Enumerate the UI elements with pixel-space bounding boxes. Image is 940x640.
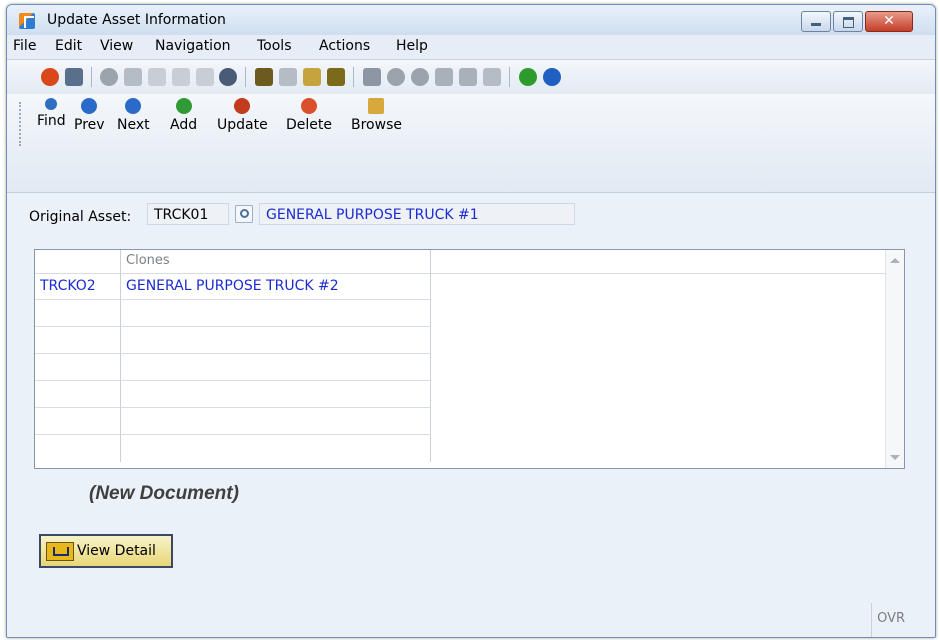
prev-button[interactable]: Prev: [74, 98, 105, 133]
menu-actions[interactable]: Actions: [319, 38, 370, 54]
next-record-icon[interactable]: [459, 68, 477, 86]
paste-icon[interactable]: [172, 68, 190, 86]
detail-view-icon[interactable]: [363, 68, 381, 86]
magnifier-icon: [45, 98, 58, 110]
down-circle-icon[interactable]: [387, 68, 405, 86]
grid-empty-cell[interactable]: [121, 435, 431, 462]
close-button[interactable]: ✕: [865, 11, 913, 32]
document-status-text: (New Document): [89, 483, 239, 504]
find-button[interactable]: Find: [37, 98, 66, 129]
grid-empty-cell[interactable]: [121, 354, 431, 381]
cancel-doc-icon[interactable]: [124, 68, 142, 86]
menu-navigation[interactable]: Navigation: [155, 38, 231, 54]
menu-tools[interactable]: Tools: [257, 38, 292, 54]
attachment-icon[interactable]: [279, 68, 297, 86]
grid-cell-description[interactable]: GENERAL PURPOSE TRUCK #2: [121, 274, 431, 300]
main-toolbar: [7, 59, 935, 95]
grid-empty-cell[interactable]: [121, 408, 431, 435]
original-asset-description-field: GENERAL PURPOSE TRUCK #1: [259, 203, 575, 225]
close-icon: ✕: [883, 13, 895, 29]
help-icon[interactable]: [543, 68, 561, 86]
grid-empty-cell[interactable]: [35, 354, 121, 381]
notes-icon[interactable]: [303, 68, 321, 86]
approve-icon[interactable]: [100, 68, 118, 86]
grid-empty-cell[interactable]: [35, 408, 121, 435]
add-button[interactable]: Add: [170, 98, 197, 133]
original-asset-code-field[interactable]: TRCK01: [147, 203, 229, 225]
schedule-icon[interactable]: [327, 68, 345, 86]
view-detail-icon: [46, 542, 74, 561]
clones-grid[interactable]: Clones TRCKO2 GENERAL PURPOSE TRUCK #2: [34, 249, 905, 469]
plus-icon: [175, 98, 192, 114]
scroll-down-arrow-icon[interactable]: [890, 455, 900, 460]
arrow-right-icon: [125, 98, 142, 114]
grid-header-clones: Clones: [121, 250, 431, 274]
grid-vertical-scrollbar[interactable]: [885, 250, 904, 468]
window-title: Update Asset Information: [47, 12, 226, 28]
grid-empty-cell[interactable]: [121, 381, 431, 408]
grid-empty-cell[interactable]: [35, 327, 121, 354]
browse-folder-icon: [368, 98, 385, 114]
document-icon[interactable]: [196, 68, 214, 86]
update-icon: [234, 98, 251, 114]
app-logo-icon: [19, 13, 35, 29]
grid-empty-cell[interactable]: [35, 381, 121, 408]
up-circle-icon[interactable]: [411, 68, 429, 86]
delete-icon: [301, 98, 317, 114]
maximize-button[interactable]: [833, 11, 863, 32]
grid-empty-cell[interactable]: [121, 300, 431, 327]
delete-button[interactable]: Delete: [286, 98, 332, 133]
save-window-icon[interactable]: [65, 68, 83, 86]
title-bar: Update Asset Information ✕: [7, 5, 935, 35]
toolbar-separator: [353, 67, 354, 87]
calendar-icon[interactable]: [255, 68, 273, 86]
grid-header-code: [35, 250, 121, 274]
menu-help[interactable]: Help: [396, 38, 428, 54]
toolbar-separator: [91, 67, 92, 87]
grid-header-blank: [431, 250, 886, 274]
menu-edit[interactable]: Edit: [55, 38, 82, 54]
original-asset-label: Original Asset:: [29, 209, 132, 225]
toolbar-separator: [245, 67, 246, 87]
navigation-toolbar: Find Prev Next Add Update Delete Browse: [7, 94, 935, 193]
minimize-button[interactable]: [801, 11, 831, 32]
search-icon[interactable]: [219, 68, 237, 86]
copy-icon[interactable]: [148, 68, 166, 86]
menu-file[interactable]: File: [13, 38, 36, 54]
browse-button[interactable]: Browse: [351, 98, 402, 133]
status-bar: OVR: [7, 599, 935, 637]
menu-view[interactable]: View: [100, 38, 133, 54]
report-icon[interactable]: [483, 68, 501, 86]
power-icon[interactable]: [41, 68, 59, 86]
scroll-up-arrow-icon[interactable]: [890, 258, 900, 263]
update-button[interactable]: Update: [217, 98, 268, 133]
next-button[interactable]: Next: [117, 98, 150, 133]
grid-empty-cell[interactable]: [35, 435, 121, 462]
overwrite-mode-indicator: OVR: [871, 603, 923, 637]
lookup-icon[interactable]: [235, 205, 253, 223]
app-window: Update Asset Information ✕ File Edit Vie…: [6, 4, 936, 638]
toolbar-grip: [19, 102, 23, 146]
form-area: Original Asset: TRCK01 GENERAL PURPOSE T…: [7, 193, 935, 637]
arrow-left-icon: [81, 98, 98, 114]
chart-icon[interactable]: [519, 68, 537, 86]
menu-bar: File Edit View Navigation Tools Actions …: [7, 35, 935, 59]
previous-record-icon[interactable]: [435, 68, 453, 86]
grid-empty-cell[interactable]: [35, 300, 121, 327]
grid-cell-code[interactable]: TRCKO2: [35, 274, 121, 300]
view-detail-label: View Detail: [77, 543, 156, 559]
view-detail-button[interactable]: View Detail: [39, 534, 173, 568]
toolbar-separator: [509, 67, 510, 87]
grid-empty-cell[interactable]: [121, 327, 431, 354]
